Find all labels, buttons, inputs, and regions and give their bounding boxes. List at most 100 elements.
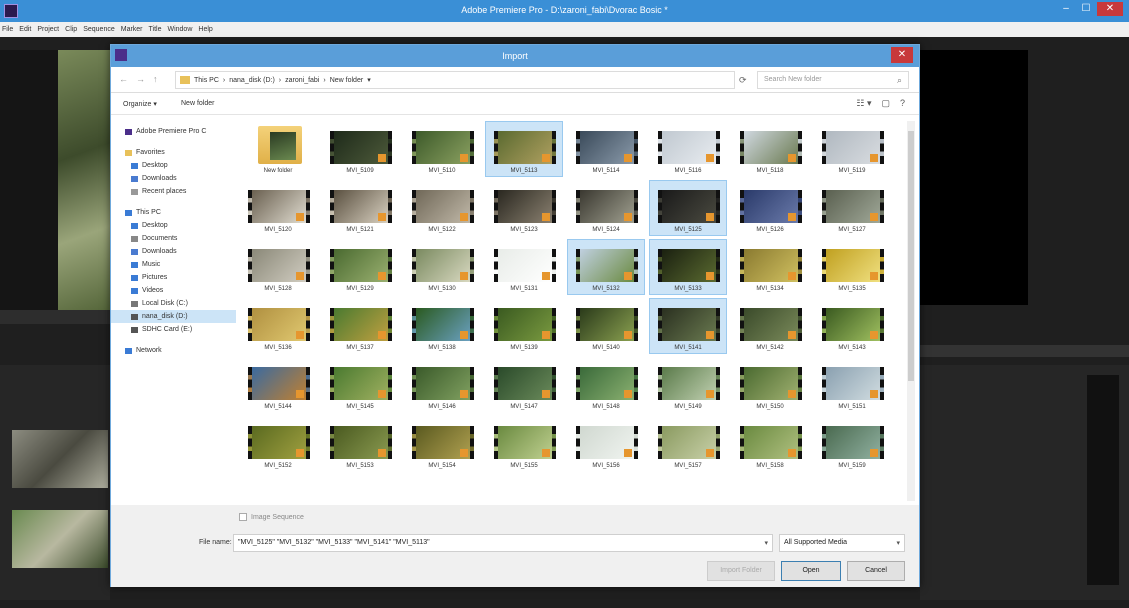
video-file-item[interactable]: MVI_5154 [403,416,481,472]
video-file-item[interactable]: MVI_5129 [321,239,399,295]
video-file-item[interactable]: MVI_5151 [813,357,891,413]
menu-item[interactable]: Help [198,26,212,33]
nav-item[interactable]: Favorites [111,146,236,159]
video-file-item[interactable]: MVI_5130 [403,239,481,295]
new-folder-button[interactable]: New folder [181,100,214,107]
file-name-input[interactable]: "MVI_5125" "MVI_5132" "MVI_5133" "MVI_51… [233,534,773,552]
nav-item[interactable]: Pictures [111,271,236,284]
video-file-item[interactable]: MVI_5133 [649,239,727,295]
menu-item[interactable]: Clip [65,26,77,33]
refresh-icon[interactable]: ⟳ [739,75,747,86]
chevron-down-icon[interactable]: ▾ [764,539,768,547]
video-file-item[interactable]: MVI_5152 [239,416,317,472]
video-file-item[interactable]: MVI_5148 [567,357,645,413]
video-file-item[interactable]: MVI_5153 [321,416,399,472]
video-file-item[interactable]: MVI_5147 [485,357,563,413]
nav-item[interactable]: Desktop [111,159,236,172]
video-file-item[interactable]: MVI_5125 [649,180,727,236]
back-arrow-icon[interactable]: ← [119,74,128,84]
search-input[interactable]: Search New folder ⌕ [757,71,909,89]
video-file-item[interactable]: MVI_5150 [731,357,809,413]
organize-button[interactable]: Organize ▾ [123,100,157,108]
nav-item[interactable]: Adobe Premiere Pro C [111,125,236,138]
nav-item[interactable]: Network [111,344,236,357]
nav-item[interactable]: Local Disk (C:) [111,297,236,310]
video-file-item[interactable]: MVI_5138 [403,298,481,354]
video-file-item[interactable]: MVI_5122 [403,180,481,236]
video-file-item[interactable]: MVI_5141 [649,298,727,354]
video-file-item[interactable]: MVI_5143 [813,298,891,354]
video-file-item[interactable]: MVI_5109 [321,121,399,177]
nav-item[interactable]: nana_disk (D:) [111,310,236,323]
help-icon[interactable]: ? [900,98,905,109]
video-file-item[interactable]: MVI_5126 [731,180,809,236]
open-button[interactable]: Open [781,561,841,581]
cancel-button[interactable]: Cancel [847,561,905,581]
preview-pane-icon[interactable]: ▢ [881,98,890,109]
nav-item[interactable]: Downloads [111,172,236,185]
file-type-select[interactable]: All Supported Media ▾ [779,534,905,552]
video-file-item[interactable]: MVI_5159 [813,416,891,472]
video-file-item[interactable]: MVI_5158 [731,416,809,472]
breadcrumb-segment[interactable]: ▾ [367,76,371,84]
forward-arrow-icon[interactable]: → [136,74,145,84]
video-file-item[interactable]: MVI_5124 [567,180,645,236]
video-file-item[interactable]: MVI_5119 [813,121,891,177]
chevron-down-icon[interactable]: ▾ [896,539,900,547]
video-file-item[interactable]: MVI_5136 [239,298,317,354]
video-file-item[interactable]: MVI_5155 [485,416,563,472]
import-folder-button[interactable]: Import Folder [707,561,775,581]
video-file-item[interactable]: MVI_5121 [321,180,399,236]
breadcrumb-segment[interactable]: This PC [194,77,219,84]
video-file-item[interactable]: MVI_5128 [239,239,317,295]
maximize-button[interactable]: ☐ [1077,2,1095,16]
video-file-item[interactable]: MVI_5157 [649,416,727,472]
project-thumbnail[interactable] [12,430,108,488]
project-thumbnail[interactable] [12,510,108,568]
menu-item[interactable]: Marker [121,26,143,33]
video-file-item[interactable]: MVI_5123 [485,180,563,236]
video-file-item[interactable]: MVI_5135 [813,239,891,295]
checkbox-box[interactable] [239,513,247,521]
video-file-item[interactable]: MVI_5131 [485,239,563,295]
video-file-item[interactable]: MVI_5144 [239,357,317,413]
nav-item[interactable]: This PC [111,206,236,219]
breadcrumb-segment[interactable]: › [223,77,225,84]
video-file-item[interactable]: MVI_5134 [731,239,809,295]
nav-item[interactable]: Documents [111,232,236,245]
image-sequence-checkbox[interactable]: Image Sequence [239,513,304,521]
close-button[interactable]: ✕ [1097,2,1123,16]
scrollbar-thumb[interactable] [908,131,914,381]
view-options-icon[interactable]: ☷ ▾ [856,98,871,109]
video-file-item[interactable]: MVI_5156 [567,416,645,472]
video-file-item[interactable]: MVI_5140 [567,298,645,354]
video-file-item[interactable]: MVI_5139 [485,298,563,354]
nav-item[interactable]: Downloads [111,245,236,258]
menu-item[interactable]: Edit [19,26,31,33]
menu-item[interactable]: File [2,26,13,33]
video-file-item[interactable]: MVI_5145 [321,357,399,413]
breadcrumb-segment[interactable]: nana_disk (D:) [229,77,275,84]
video-file-item[interactable]: MVI_5142 [731,298,809,354]
video-file-item[interactable]: MVI_5132 [567,239,645,295]
menu-item[interactable]: Window [167,26,192,33]
minimize-button[interactable]: – [1057,2,1075,16]
video-file-item[interactable]: MVI_5113 [485,121,563,177]
nav-item[interactable]: SDHC Card (E:) [111,323,236,336]
nav-item[interactable]: Desktop [111,219,236,232]
video-file-item[interactable]: MVI_5120 [239,180,317,236]
menu-item[interactable]: Title [149,26,162,33]
video-file-item[interactable]: MVI_5114 [567,121,645,177]
address-bar[interactable]: This PC › nana_disk (D:) › zaroni_fabi › New f… [175,71,735,89]
dialog-close-button[interactable]: ✕ [891,47,913,63]
video-file-item[interactable]: MVI_5116 [649,121,727,177]
nav-item[interactable]: Videos [111,284,236,297]
menu-item[interactable]: Project [37,26,59,33]
breadcrumb-segment[interactable]: zaroni_fabi [285,77,319,84]
folder-item[interactable]: New folder [239,121,317,177]
video-file-item[interactable]: MVI_5137 [321,298,399,354]
video-file-item[interactable]: MVI_5146 [403,357,481,413]
video-file-item[interactable]: MVI_5127 [813,180,891,236]
up-arrow-icon[interactable]: ↑ [153,74,158,84]
breadcrumb-segment[interactable]: › [279,77,281,84]
